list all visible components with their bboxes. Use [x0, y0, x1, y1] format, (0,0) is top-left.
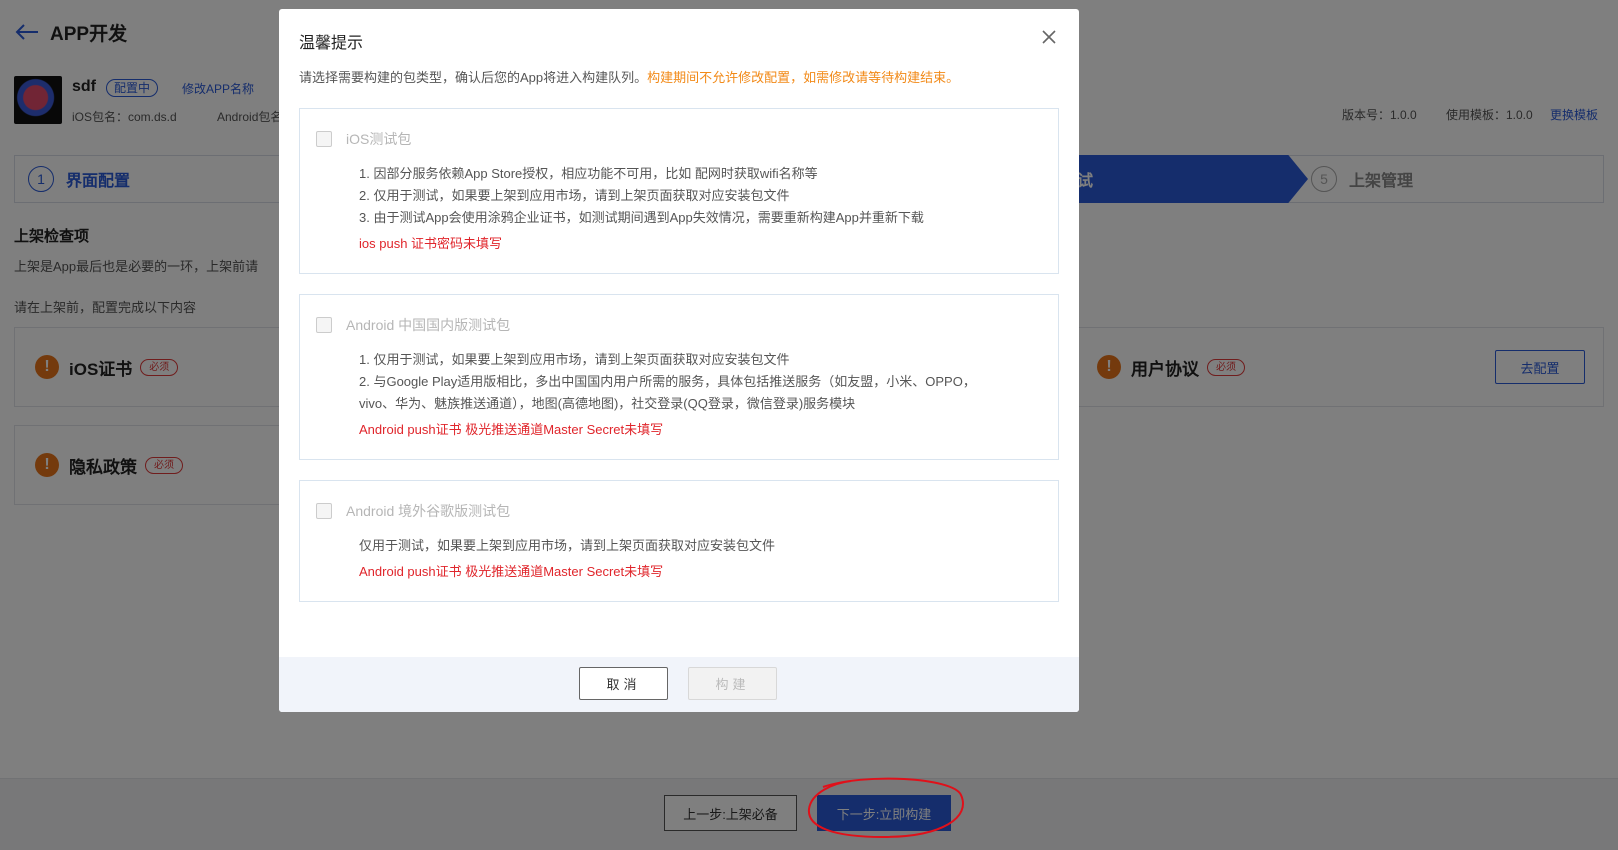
dialog-title: 温馨提示 [299, 35, 364, 52]
cancel-button[interactable]: 取消 [579, 667, 668, 700]
package-name: iOS测试包 [346, 131, 412, 147]
build-dialog: 温馨提示 请选择需要构建的包类型，确认后您的App将进入构建队列。构建期间不允许… [279, 9, 1079, 712]
package-error: ios push 证书密码未填写 [359, 236, 503, 251]
package-checkbox[interactable] [316, 503, 332, 519]
package-option-android-china: Android 中国国内版测试包 1. 仅用于测试，如果要上架到应用市场，请到上… [299, 294, 1059, 460]
package-name: Android 境外谷歌版测试包 [346, 503, 511, 519]
package-option-ios: iOS测试包 1. 因部分服务依赖App Store授权，相应功能不可用，比如 … [299, 108, 1059, 274]
package-note: 2. 与Google Play适用版相比，多出中国国内用户所需的服务，具体包括推… [359, 374, 976, 389]
package-note: 1. 仅用于测试，如果要上架到应用市场，请到上架页面获取对应安装包文件 [359, 352, 790, 367]
package-note: 仅用于测试，如果要上架到应用市场，请到上架页面获取对应安装包文件 [359, 538, 776, 553]
intro-warning: 构建期间不允许修改配置，如需修改请等待构建结束。 [647, 70, 960, 85]
close-icon[interactable] [1037, 25, 1061, 49]
build-button[interactable]: 构建 [688, 667, 777, 700]
intro-text: 请选择需要构建的包类型，确认后您的App将进入构建队列。 [299, 70, 648, 85]
package-note: 2. 仅用于测试，如果要上架到应用市场，请到上架页面获取对应安装包文件 [359, 188, 790, 203]
package-note: vivo、华为、魅族推送通道），地图(高德地图)，社交登录(QQ登录，微信登录)… [359, 396, 856, 411]
package-checkbox[interactable] [316, 317, 332, 333]
package-note: 1. 因部分服务依赖App Store授权，相应功能不可用，比如 配网时获取wi… [359, 166, 818, 181]
dialog-footer: 取消 构建 [279, 657, 1079, 712]
package-note: 3. 由于测试App会使用涂鸦企业证书，如测试期间遇到App失效情况，需要重新构… [359, 210, 924, 225]
dialog-intro: 请选择需要构建的包类型，确认后您的App将进入构建队列。构建期间不允许修改配置，… [299, 67, 959, 86]
package-checkbox[interactable] [316, 131, 332, 147]
package-error: Android push证书 极光推送通道Master Secret未填写 [359, 564, 664, 579]
package-error: Android push证书 极光推送通道Master Secret未填写 [359, 422, 664, 437]
package-option-android-google: Android 境外谷歌版测试包 仅用于测试，如果要上架到应用市场，请到上架页面… [299, 480, 1059, 602]
package-name: Android 中国国内版测试包 [346, 317, 511, 333]
